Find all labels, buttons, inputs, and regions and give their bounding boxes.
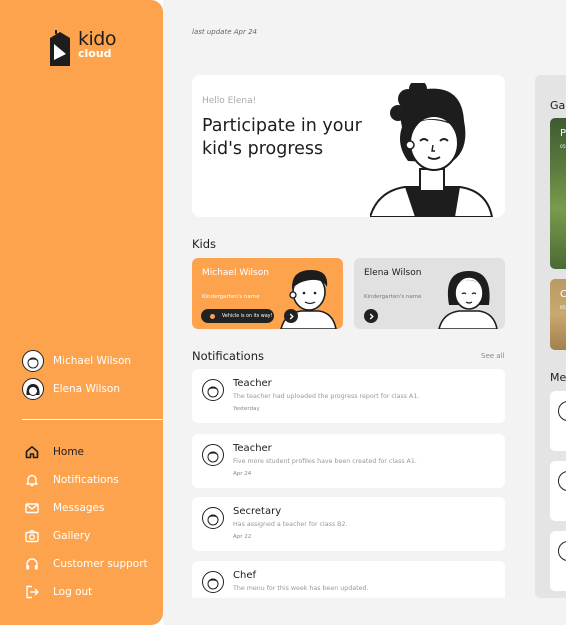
- notification-text: Five more student profiles have been cre…: [233, 458, 417, 465]
- last-update-text: last update Apr 24: [192, 28, 257, 36]
- person-face-icon: [207, 451, 219, 463]
- sidebar-item-label: Home: [53, 446, 85, 458]
- kid-name: Michael Wilson: [53, 355, 132, 367]
- gallery-photo-label: C: [560, 289, 566, 300]
- kid-card-michael[interactable]: Michael Wilson Kindergarten's name Vehic…: [192, 258, 343, 329]
- gallery-photo[interactable]: P 05: [550, 118, 566, 269]
- main-content: last update Apr 24 Hello Elena! Particip…: [163, 0, 566, 625]
- kid-item-elena[interactable]: Elena Wilson: [22, 378, 131, 400]
- notification-title: Chef: [233, 570, 256, 581]
- message-card[interactable]: [550, 531, 566, 591]
- avatar: [558, 541, 566, 561]
- messages-heading: Me: [550, 371, 566, 384]
- avatar: [202, 507, 224, 529]
- kid-name: Elena Wilson: [53, 383, 120, 395]
- vehicle-status-text: Vehicle is on its way!: [222, 313, 273, 319]
- notifications-heading: Notifications: [192, 349, 264, 363]
- kid-card-arrow-button[interactable]: [284, 309, 298, 323]
- notification-text: The teacher had uploaded the progress re…: [233, 393, 420, 400]
- gallery-heading: Ga: [550, 99, 566, 112]
- chevron-right-icon: [369, 313, 374, 319]
- sidebar-item-label: Notifications: [53, 474, 119, 486]
- notification-text: The menu for this week has been updated.: [233, 585, 369, 592]
- avatar: [202, 571, 224, 593]
- person-face-icon: [207, 386, 219, 398]
- sidebar-item-gallery[interactable]: Gallery: [24, 522, 148, 550]
- kid-list: Michael Wilson Elena Wilson: [22, 350, 131, 406]
- kid-card-elena[interactable]: Elena Wilson Kindergarten's name: [354, 258, 505, 329]
- avatar: [202, 444, 224, 466]
- person-face-icon: [207, 578, 219, 590]
- girl-illustration-icon: [370, 83, 494, 217]
- gallery-photo-date: 05: [560, 145, 566, 150]
- mail-icon: [24, 500, 40, 516]
- person-face-icon: [207, 514, 219, 526]
- kid-card-name: Elena Wilson: [364, 268, 422, 278]
- message-card[interactable]: [550, 391, 566, 451]
- avatar: [22, 350, 44, 372]
- notification-title: Teacher: [233, 443, 272, 454]
- logo[interactable]: kido cloud: [46, 30, 116, 68]
- logout-icon: [24, 584, 40, 600]
- camera-icon: [24, 528, 40, 544]
- notification-card[interactable]: Secretary Has assigned a teacher for cla…: [192, 497, 505, 551]
- notification-text: Has assigned a teacher for class B2.: [233, 521, 348, 528]
- notification-card[interactable]: Teacher The teacher had uploaded the pro…: [192, 369, 505, 423]
- brand-sub: cloud: [78, 47, 112, 60]
- avatar: [558, 471, 566, 491]
- hero-card: Hello Elena! Participate in your kid's p…: [192, 75, 505, 217]
- notification-title: Teacher: [233, 378, 272, 389]
- sidebar-nav: Home Notifications Messages Gallery Cust…: [24, 438, 148, 606]
- notification-time: Apr 22: [233, 534, 252, 540]
- sidebar-item-customer-support[interactable]: Customer support: [24, 550, 148, 578]
- kid-card-name: Michael Wilson: [202, 268, 269, 278]
- kid-card-subtitle: Kindergarten's name: [202, 294, 260, 300]
- boy-face-icon: [27, 357, 39, 369]
- sidebar: kido cloud Michael Wilson Elena Wilson H…: [0, 0, 163, 625]
- notification-card[interactable]: Chef The menu for this week has been upd…: [192, 561, 505, 598]
- notification-time: Apr 24: [233, 471, 252, 477]
- gallery-photo[interactable]: C 05: [550, 279, 566, 350]
- sidebar-item-messages[interactable]: Messages: [24, 494, 148, 522]
- notification-card[interactable]: Teacher Five more student profiles have …: [192, 434, 505, 488]
- notification-title: Secretary: [233, 506, 282, 517]
- sidebar-item-label: Gallery: [53, 530, 91, 542]
- sidebar-item-label: Customer support: [53, 558, 148, 570]
- kid-card-arrow-button[interactable]: [364, 309, 378, 323]
- see-all-link[interactable]: See all: [481, 352, 504, 360]
- gallery-photo-date: 05: [560, 306, 566, 311]
- girl-face-icon: [26, 384, 40, 396]
- right-panel: Ga P 05 C 05 Me: [535, 75, 566, 598]
- sidebar-divider: [22, 419, 163, 420]
- sidebar-item-notifications[interactable]: Notifications: [24, 466, 148, 494]
- sidebar-item-label: Log out: [53, 586, 93, 598]
- home-icon: [24, 444, 40, 460]
- pencil-logo-icon: [50, 30, 70, 66]
- bell-icon: [24, 472, 40, 488]
- sidebar-item-logout[interactable]: Log out: [24, 578, 148, 606]
- hero-title: Participate in your kid's progress: [202, 116, 362, 159]
- message-card[interactable]: [550, 461, 566, 521]
- sidebar-item-home[interactable]: Home: [24, 438, 148, 466]
- sidebar-item-label: Messages: [53, 502, 105, 514]
- avatar: [202, 379, 224, 401]
- kid-card-subtitle: Kindergarten's name: [364, 294, 422, 300]
- headphones-icon: [24, 556, 40, 572]
- gallery-photo-label: P: [560, 128, 566, 139]
- vehicle-status-pill[interactable]: Vehicle is on its way!: [201, 309, 274, 323]
- avatar: [22, 378, 44, 400]
- kid-item-michael[interactable]: Michael Wilson: [22, 350, 131, 372]
- girl-illustration-icon: [438, 271, 498, 329]
- kids-heading: Kids: [192, 237, 217, 251]
- chevron-right-icon: [289, 313, 294, 319]
- status-dot-icon: [210, 313, 215, 319]
- notification-time: Yesterday: [233, 406, 260, 412]
- avatar: [558, 401, 566, 421]
- hero-greeting: Hello Elena!: [202, 96, 257, 106]
